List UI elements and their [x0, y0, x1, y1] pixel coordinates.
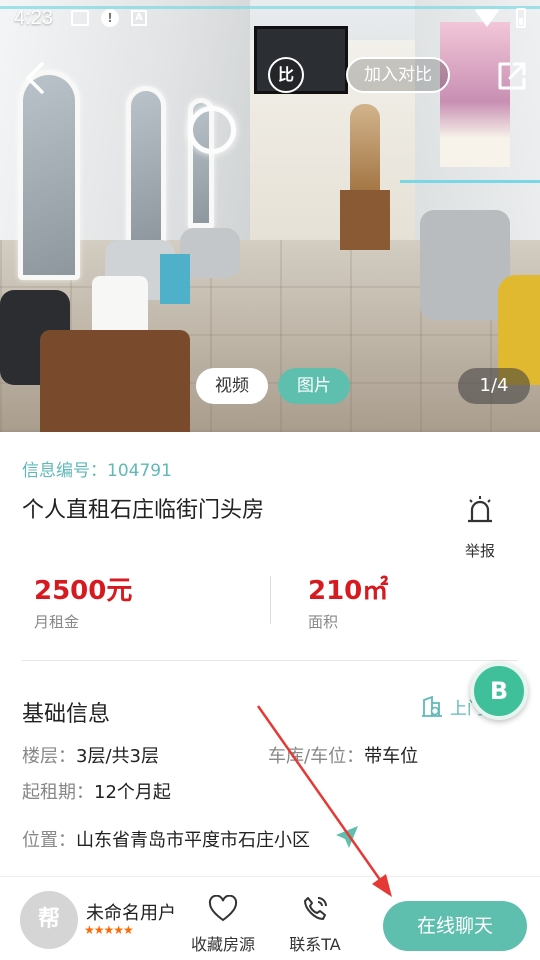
price-block: 2500元 月租金 [34, 570, 132, 632]
contact-button[interactable]: 联系TA [282, 895, 348, 955]
share-button[interactable] [496, 60, 528, 92]
share-icon [498, 62, 526, 90]
area-value: 210㎡ [308, 576, 389, 606]
image-notification-icon [70, 10, 89, 26]
photo-statue [350, 104, 380, 194]
status-time: 4:23 [14, 6, 53, 29]
tab-video[interactable]: 视频 [196, 368, 268, 404]
lease-value: 12个月起 [94, 782, 171, 803]
photo-ring-light [188, 106, 236, 154]
siren-icon [468, 496, 492, 523]
tab-photos[interactable]: 图片 [278, 368, 350, 404]
navigate-icon[interactable] [334, 824, 360, 850]
contact-label: 联系TA [289, 935, 341, 954]
garage-key: 车库/车位： [268, 746, 365, 767]
phone-icon [304, 897, 327, 920]
info-id: 信息编号：104791 [22, 461, 172, 481]
basic-info-title: 基础信息 [22, 702, 111, 727]
photo-chair [420, 210, 510, 320]
assistant-logo-icon: B [489, 677, 509, 705]
rating-stars: ★★★★★ [84, 923, 134, 937]
favorite-button[interactable]: 收藏房源 [188, 894, 258, 955]
compare-icon[interactable]: 比 [268, 57, 304, 93]
favorite-label: 收藏房源 [190, 935, 255, 954]
garage-info: 车库/车位：带车位 [268, 742, 418, 768]
photo-mirror [126, 86, 166, 246]
user-name: 未命名用户 [86, 903, 176, 924]
area-block: 210㎡ 面积 [308, 570, 388, 632]
add-compare-button[interactable]: 加入对比 [346, 57, 450, 93]
photo-counter: 1/4 [458, 368, 530, 404]
divider [22, 660, 518, 661]
listing-title: 个人直租石庄临街门头房 [22, 498, 265, 523]
battery-icon [516, 8, 526, 28]
heart-icon [208, 894, 238, 922]
lease-info: 起租期：12个月起 [22, 778, 171, 804]
media-tabs: 视频 图片 [196, 368, 350, 404]
photo-chair [40, 330, 190, 432]
monthly-rent-label: 月租金 [34, 613, 80, 631]
area-label: 面积 [308, 613, 339, 631]
chevron-left-icon [26, 62, 44, 94]
app-notification-icon: A [130, 10, 147, 26]
photo-towel [160, 254, 190, 304]
photo-light-strip [400, 180, 540, 183]
report-label[interactable]: 举报 [455, 540, 505, 561]
lease-key: 起租期： [22, 782, 94, 803]
online-chat-button[interactable]: 在线聊天 [383, 901, 527, 951]
floor-info: 楼层：3层/共3层 [22, 742, 159, 768]
photo-poster [440, 22, 510, 167]
photo-cabinet [340, 190, 390, 250]
monthly-rent: 2500元 [34, 576, 133, 606]
location-info[interactable]: 位置：山东省青岛市平度市石庄小区 [22, 826, 310, 852]
floor-value: 3层/共3层 [76, 746, 159, 767]
garage-value: 带车位 [364, 746, 419, 767]
wifi-icon [474, 9, 500, 27]
divider [270, 576, 271, 624]
bottom-action-bar: 帮 未命名用户 ★★★★★ 收藏房源 联系TA 在线聊天 [0, 876, 540, 960]
avatar[interactable]: 帮 [20, 891, 78, 949]
alert-notification-icon: ! [100, 9, 119, 27]
report-button[interactable] [460, 494, 500, 530]
photo-mirror [18, 70, 80, 280]
location-key: 位置： [22, 830, 76, 851]
floating-assistant-button[interactable]: B [470, 662, 528, 720]
location-value: 山东省青岛市平度市石庄小区 [76, 830, 310, 851]
building-icon [422, 695, 442, 717]
status-bar: 4:23 ! A [0, 0, 540, 36]
back-button[interactable] [18, 58, 58, 98]
floor-key: 楼层： [22, 746, 76, 767]
